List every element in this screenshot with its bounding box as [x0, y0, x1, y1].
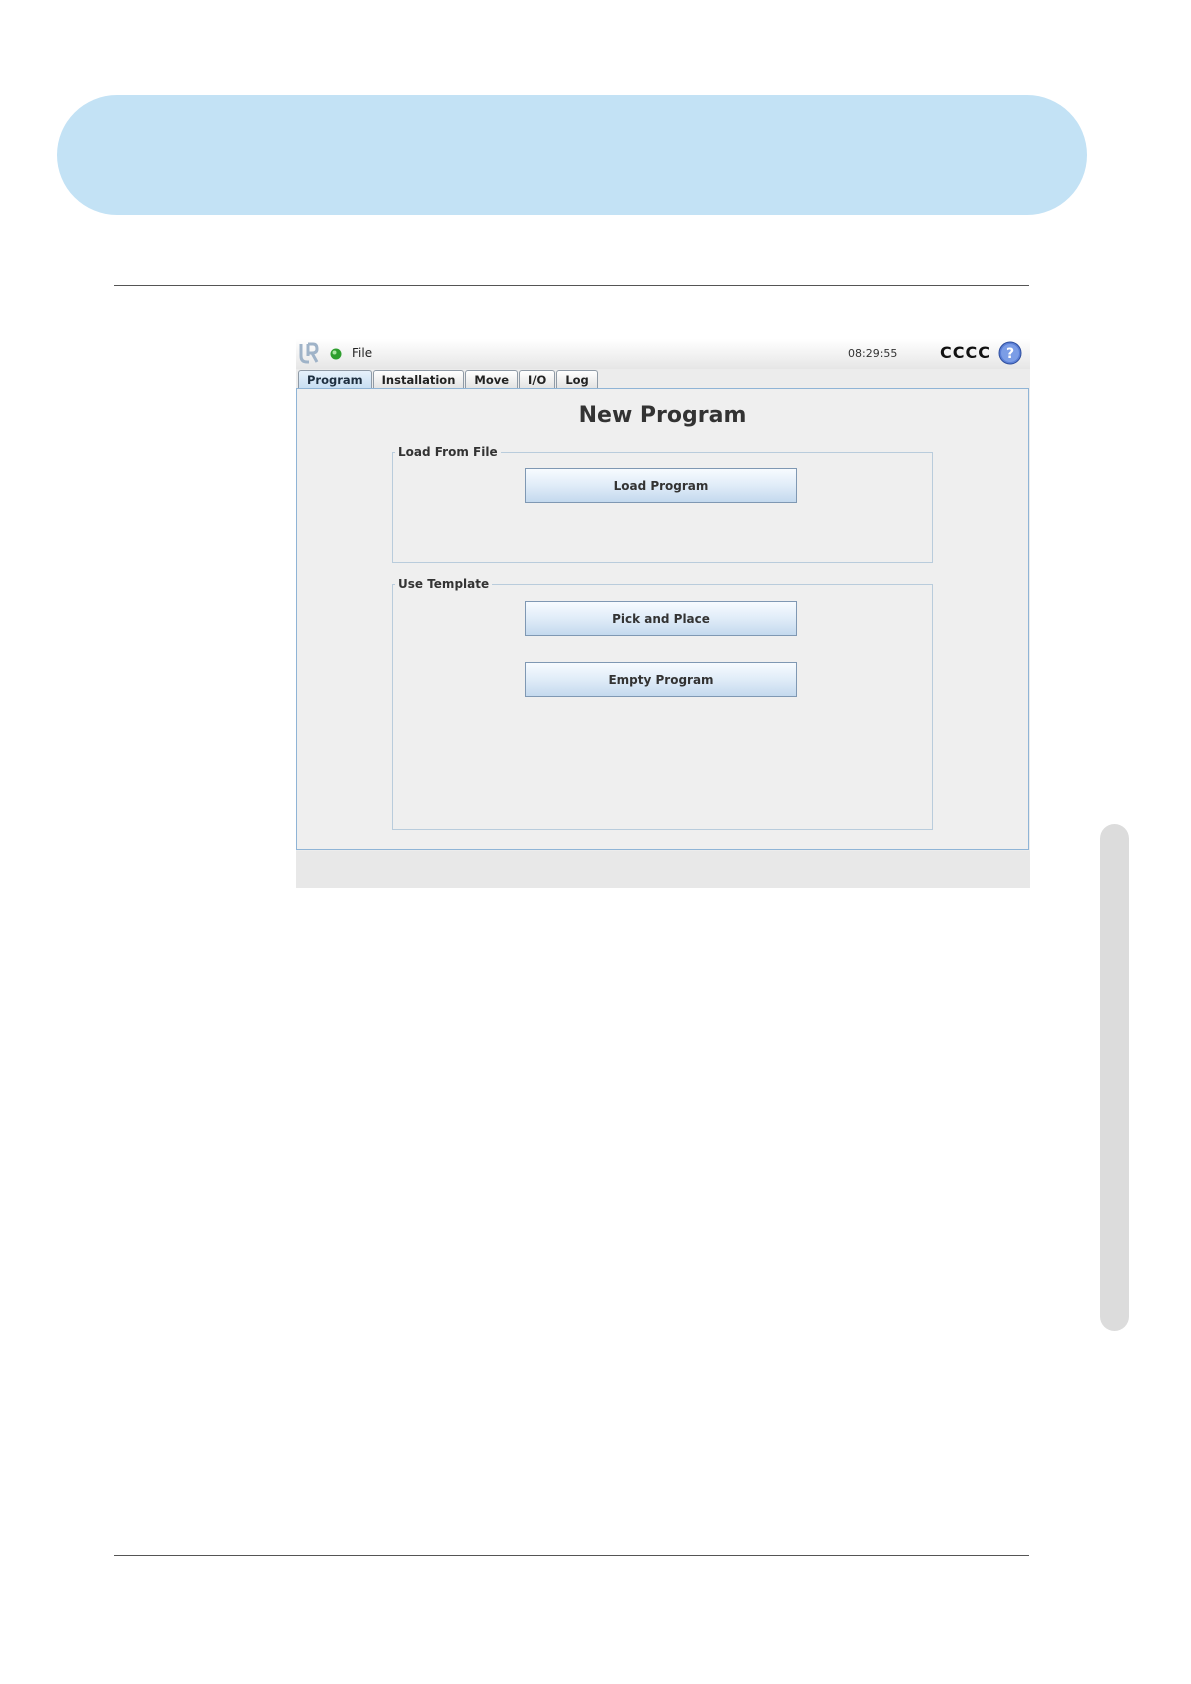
svg-text:?: ?: [1006, 346, 1014, 362]
page-header-banner: [57, 95, 1087, 215]
load-from-file-legend: Load From File: [398, 445, 498, 459]
robot-name: CCCC: [940, 343, 991, 362]
tab-move[interactable]: Move: [465, 370, 519, 388]
page-title: New Program: [578, 403, 747, 428]
bottom-bar: [296, 851, 1030, 888]
tab-io[interactable]: I/O: [519, 370, 556, 388]
tab-installation[interactable]: Installation: [372, 370, 465, 388]
status-green-icon[interactable]: [330, 348, 342, 360]
file-menu[interactable]: File: [352, 346, 372, 360]
load-from-file-group: Load From File: [392, 445, 933, 563]
tab-program[interactable]: Program: [298, 370, 372, 388]
empty-program-button[interactable]: Empty Program: [525, 662, 797, 697]
tab-bar: Program Installation Move I/O Log: [298, 370, 599, 389]
top-bar: File 08:29:55 CCCC ?: [296, 339, 1030, 369]
header-divider: [114, 285, 1029, 286]
help-icon[interactable]: ?: [998, 341, 1022, 365]
program-panel: New Program Load From File Load Program …: [296, 388, 1029, 850]
load-program-button[interactable]: Load Program: [525, 468, 797, 503]
ur-logo-icon: [299, 342, 319, 364]
tab-log[interactable]: Log: [556, 370, 598, 388]
use-template-legend: Use Template: [398, 577, 490, 591]
robot-ui-screenshot: File 08:29:55 CCCC ? Program Installatio…: [296, 339, 1030, 888]
clock: 08:29:55: [848, 347, 898, 360]
side-thumb-tab: [1100, 824, 1129, 1331]
pick-and-place-button[interactable]: Pick and Place: [525, 601, 797, 636]
footer-divider: [114, 1555, 1029, 1556]
